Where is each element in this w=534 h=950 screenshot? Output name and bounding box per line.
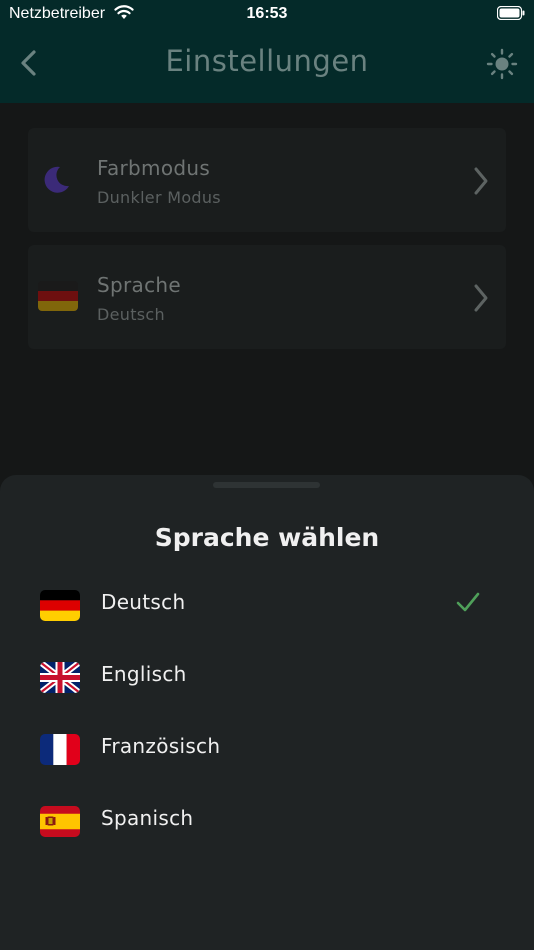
flag-de-icon <box>40 590 80 621</box>
language-option-deutsch[interactable]: Deutsch <box>0 570 534 642</box>
language-label: Englisch <box>101 662 187 686</box>
status-bar: Netzbetreiber 16:53 <box>0 0 534 28</box>
flag-es-icon <box>40 806 80 837</box>
sun-icon[interactable] <box>486 48 518 80</box>
sheet-title: Sprache wählen <box>154 523 380 552</box>
setting-color-mode[interactable]: Farbmodus Dunkler Modus <box>28 128 506 232</box>
sheet-grabber[interactable] <box>213 482 320 488</box>
setting-value: Deutsch <box>97 305 165 324</box>
language-sheet: Sprache wählen Deutsch Englisch Französi… <box>0 475 534 950</box>
clock: 16:53 <box>246 5 288 22</box>
language-label: Deutsch <box>101 590 186 614</box>
flag-fr-icon <box>40 734 80 765</box>
language-option-franzoesisch[interactable]: Französisch <box>0 714 534 786</box>
chevron-right-icon <box>474 167 488 195</box>
flag-de-icon <box>38 281 78 311</box>
nav-bar: Einstellungen <box>0 28 534 103</box>
checkmark-icon <box>456 592 480 612</box>
language-option-spanisch[interactable]: Spanisch <box>0 786 534 858</box>
language-label: Spanisch <box>101 806 194 830</box>
setting-language[interactable]: Sprache Deutsch <box>28 245 506 349</box>
language-label: Französisch <box>101 734 221 758</box>
setting-label: Farbmodus <box>97 156 211 180</box>
battery-icon <box>497 6 525 20</box>
page-title: Einstellungen <box>165 44 369 78</box>
setting-value: Dunkler Modus <box>97 188 221 207</box>
flag-gb-icon <box>40 662 80 693</box>
chevron-right-icon <box>474 284 488 312</box>
language-option-englisch[interactable]: Englisch <box>0 642 534 714</box>
setting-label: Sprache <box>97 273 181 297</box>
moon-icon <box>44 166 69 193</box>
